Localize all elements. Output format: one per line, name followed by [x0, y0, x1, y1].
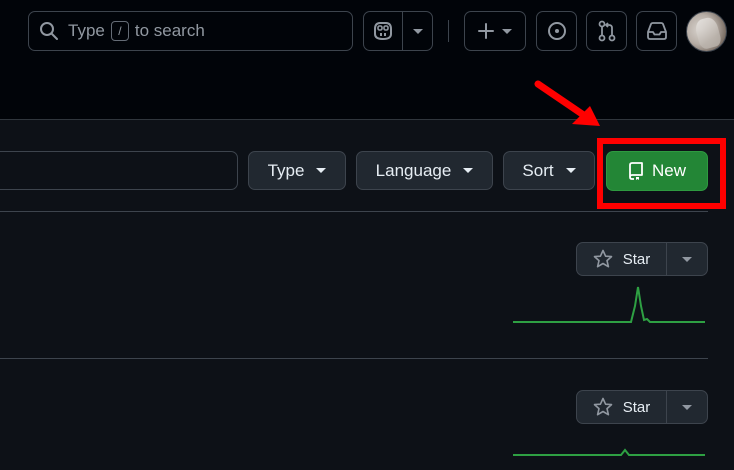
copilot-icon — [374, 22, 393, 41]
chevron-down-icon — [412, 28, 423, 34]
issues-button[interactable] — [536, 11, 577, 51]
copilot-button[interactable] — [364, 12, 404, 50]
annotation-arrow-icon — [534, 80, 600, 126]
chevron-down-icon — [316, 168, 327, 173]
issue-opened-icon — [547, 22, 566, 40]
star-button-group: Star — [576, 242, 708, 276]
star-button[interactable]: Star — [577, 391, 667, 423]
avatar[interactable] — [686, 11, 727, 52]
star-list-menu-button[interactable] — [667, 243, 707, 275]
star-button-group: Star — [576, 390, 708, 424]
top-header: Type / to search — [0, 0, 734, 120]
row-divider — [0, 211, 708, 212]
activity-sparkline — [513, 286, 705, 323]
pull-request-icon — [598, 20, 615, 42]
inbox-icon — [646, 22, 667, 40]
sort-label: Sort — [522, 160, 554, 180]
plus-icon — [478, 23, 494, 39]
star-button[interactable]: Star — [577, 243, 667, 275]
create-new-button[interactable] — [464, 11, 526, 51]
sort-button[interactable]: Sort — [503, 151, 595, 190]
search-input[interactable]: Type / to search — [28, 11, 353, 51]
pull-requests-button[interactable] — [586, 11, 627, 51]
copilot-button-group — [363, 11, 433, 51]
chevron-down-icon — [682, 256, 692, 262]
row-divider — [0, 358, 708, 359]
search-suffix-text: to search — [134, 21, 205, 40]
header-divider — [448, 20, 449, 42]
search-icon — [40, 22, 58, 40]
type-filter-button[interactable]: Type — [248, 151, 346, 190]
search-placeholder: Type / to search — [68, 21, 205, 41]
star-icon — [593, 249, 613, 268]
inbox-button[interactable] — [636, 11, 677, 51]
chevron-down-icon — [502, 28, 512, 34]
activity-sparkline — [513, 448, 705, 456]
chevron-down-icon — [463, 168, 474, 173]
copilot-menu-button[interactable] — [403, 12, 432, 50]
chevron-down-icon — [565, 168, 576, 173]
find-repository-input[interactable] — [0, 151, 238, 190]
type-filter-label: Type — [267, 160, 305, 180]
language-filter-button[interactable]: Language — [356, 151, 493, 190]
language-filter-label: Language — [375, 160, 452, 180]
star-label: Star — [622, 398, 651, 416]
search-shortcut-key: / — [110, 21, 129, 41]
star-icon — [593, 397, 613, 416]
annotation-highlight-box — [597, 138, 726, 209]
star-label: Star — [622, 250, 651, 268]
star-list-menu-button[interactable] — [667, 391, 707, 423]
chevron-down-icon — [682, 404, 692, 410]
search-prefix-text: Type — [68, 21, 105, 40]
